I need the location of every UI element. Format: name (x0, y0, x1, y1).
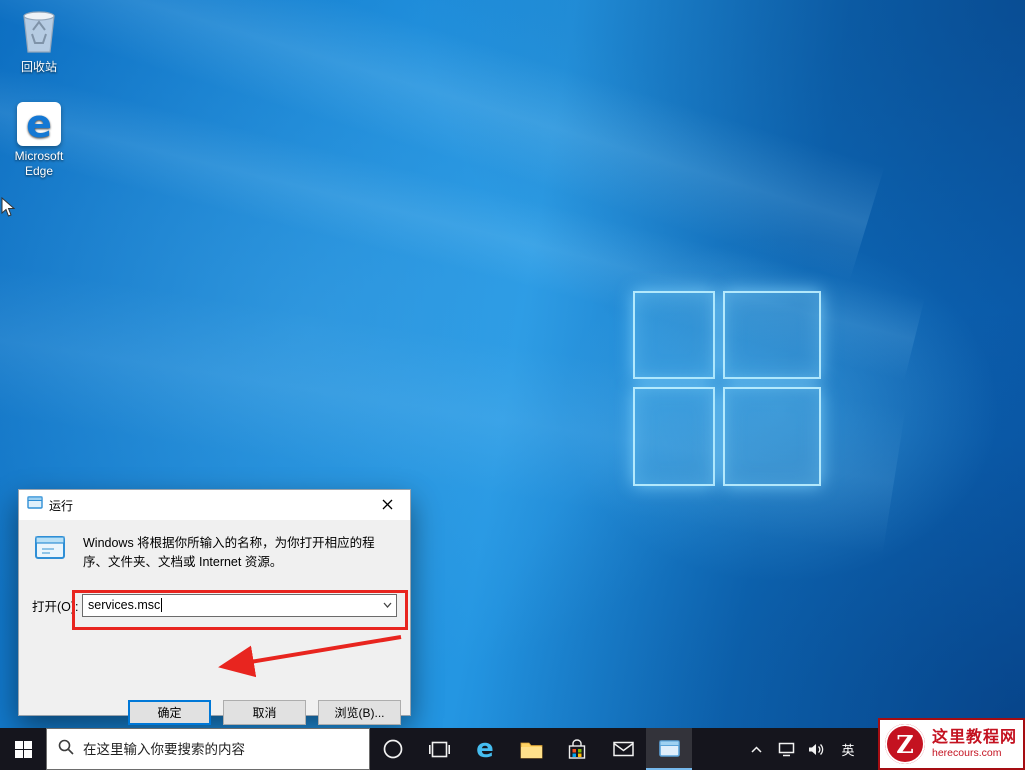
ime-indicator[interactable]: 英 (833, 740, 863, 759)
desktop-icon-label: 回收站 (7, 60, 71, 75)
run-description-row: Windows 将根据你所输入的名称，为你打开相应的程序、文件夹、文档或 Int… (19, 520, 410, 572)
chevron-up-icon (751, 746, 762, 753)
task-view-button[interactable] (416, 728, 462, 770)
chevron-down-icon (383, 602, 392, 608)
cancel-button[interactable]: 取消 (223, 700, 306, 725)
run-dialog-buttons: 确定 取消 浏览(B)... (19, 700, 401, 725)
mouse-cursor-icon (1, 197, 16, 223)
desktop-icon-edge[interactable]: e Microsoft Edge (0, 102, 78, 179)
edge-icon: e (476, 736, 494, 762)
windows-logo-pane (633, 291, 715, 379)
windows-start-icon (15, 741, 32, 758)
tray-expand-button[interactable] (743, 728, 769, 770)
desktop-icon-label: Microsoft Edge (7, 149, 71, 179)
network-button[interactable] (773, 728, 799, 770)
mail-icon (613, 741, 634, 757)
browse-button[interactable]: 浏览(B)... (318, 700, 401, 725)
run-dialog: 运行 Windows 将根据你所输入的名称，为你打开相应的程序、文件夹、文档或 … (18, 489, 411, 716)
taskbar-edge-button[interactable]: e (462, 728, 508, 770)
taskbar-run-app-button[interactable] (646, 728, 692, 770)
run-window-icon (659, 740, 680, 757)
watermark: Z 这里教程网 herecours.com (878, 718, 1025, 770)
cortana-button[interactable] (370, 728, 416, 770)
dialog-title: 运行 (49, 497, 73, 514)
watermark-logo-letter: Z (896, 730, 914, 759)
windows-logo-pane (723, 387, 821, 486)
combobox-value: services.msc (88, 598, 160, 612)
volume-button[interactable] (803, 728, 829, 770)
microsoft-store-button[interactable] (554, 728, 600, 770)
mail-button[interactable] (600, 728, 646, 770)
taskbar: e (0, 728, 1025, 770)
recycle-bin-icon (19, 8, 59, 57)
speaker-icon (808, 742, 825, 757)
run-dialog-titlebar: 运行 (19, 490, 410, 520)
taskbar-search[interactable] (46, 728, 370, 770)
text-caret (161, 598, 162, 612)
watermark-site-name: 这里教程网 (932, 729, 1017, 747)
ok-button[interactable]: 确定 (128, 700, 211, 725)
watermark-text: 这里教程网 herecours.com (932, 729, 1017, 759)
desktop-icon-recycle-bin[interactable]: 回收站 (0, 8, 78, 75)
open-combobox[interactable]: services.msc (82, 594, 397, 617)
file-explorer-button[interactable] (508, 728, 554, 770)
folder-icon (520, 740, 543, 759)
network-icon (778, 742, 795, 757)
windows-logo-pane (633, 387, 715, 486)
windows-logo (633, 291, 821, 486)
watermark-logo: Z (885, 724, 925, 764)
close-icon (382, 498, 393, 513)
task-view-icon (429, 741, 450, 758)
store-icon (567, 739, 587, 760)
start-button[interactable] (0, 728, 46, 770)
cortana-icon (382, 738, 404, 760)
run-window-icon (27, 496, 43, 514)
search-input[interactable] (83, 742, 358, 757)
open-label: 打开(O): (32, 596, 82, 615)
combobox-dropdown-button[interactable] (378, 595, 396, 616)
run-dialog-body: Windows 将根据你所输入的名称，为你打开相应的程序、文件夹、文档或 Int… (19, 520, 410, 717)
run-input-row: 打开(O): services.msc (19, 594, 410, 617)
edge-icon: e (17, 102, 61, 146)
close-button[interactable] (365, 490, 410, 520)
search-icon (58, 739, 74, 760)
run-description: Windows 将根据你所输入的名称，为你打开相应的程序、文件夹、文档或 Int… (83, 534, 385, 572)
windows-logo-pane (723, 291, 821, 379)
run-icon (33, 534, 69, 567)
watermark-site-url: herecours.com (932, 747, 1017, 759)
